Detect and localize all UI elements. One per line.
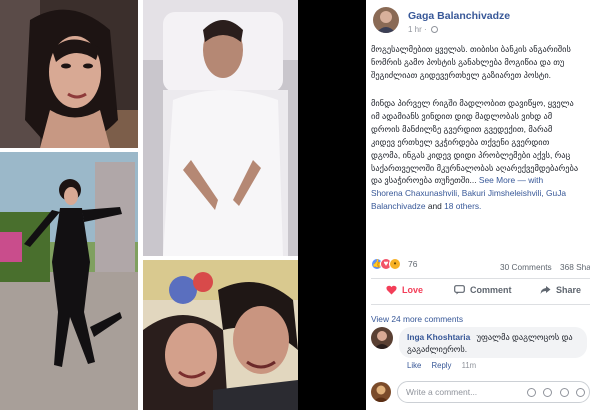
author-avatar[interactable] xyxy=(373,7,399,33)
photo-pose[interactable] xyxy=(0,152,138,410)
photo-collage[interactable] xyxy=(0,0,298,410)
comment-time[interactable]: 11m xyxy=(462,361,477,370)
globe-icon xyxy=(430,26,438,33)
post-line-last: და ვსაჭიროება თუჩეთში... See More — with xyxy=(371,175,544,186)
divider xyxy=(371,278,590,279)
tagged-person[interactable]: Balanchivadze xyxy=(371,201,425,211)
composer-icons xyxy=(522,388,585,399)
comments-count[interactable]: 30 Comments xyxy=(500,262,552,272)
share-icon xyxy=(540,285,551,297)
tagged-others-link[interactable]: 18 others. xyxy=(444,201,481,211)
post-line: დროის მანძილზე გვერდით გვედექით, მარამ xyxy=(371,123,553,134)
post-paragraph-1: მოგესალმებით ყველას. თიბისი ბანკის ანგარ… xyxy=(371,43,590,82)
wow-reaction-icon: • xyxy=(389,258,401,270)
post-line: დგომა, ინგას კიდევ დიდი პრობლემები აქვს,… xyxy=(371,149,571,160)
view-more-comments-link[interactable]: View 24 more comments xyxy=(371,314,463,324)
post-line: იმ ადამიანს ვინდით დიდ მადლობას ვიხდ ამ xyxy=(371,110,553,121)
commenter-avatar[interactable] xyxy=(371,327,393,349)
emoji-icon[interactable] xyxy=(526,388,536,397)
viewer-avatar xyxy=(371,382,391,402)
post-line: კიდევ ერთხელ ვკჭირდება თქვენი გვერდით xyxy=(371,136,550,147)
post-line: მინდა პირველ რიგში მადლობით დავიწყო, ყვე… xyxy=(371,98,574,108)
comment-text-2: გაგაძლიეროს. xyxy=(407,344,468,354)
comment-reply-link[interactable]: Reply xyxy=(431,361,451,370)
photo-couple[interactable] xyxy=(143,260,298,410)
gif-icon[interactable] xyxy=(559,388,569,397)
tagged-line-2: Balanchivadze and 18 others. xyxy=(371,200,590,213)
post-paragraph-2: მინდა პირველ რიგში მადლობით დავიწყო, ყვე… xyxy=(371,97,590,213)
author-name[interactable]: Gaga Balanchivadze xyxy=(408,10,510,22)
sticker-icon[interactable] xyxy=(576,388,585,397)
comment-like-link[interactable]: Like xyxy=(407,361,421,370)
post-line: მოგესალმებით ყველას. თიბისი ბანკის ანგარ… xyxy=(371,44,571,54)
comment-input[interactable]: Write a comment... xyxy=(397,381,590,403)
share-button[interactable]: Share xyxy=(540,285,581,299)
comment-placeholder: Write a comment... xyxy=(406,387,478,397)
post-line: საქართველოში მკურნალობას აღარექვემდებარე… xyxy=(371,162,579,173)
commenter-name[interactable]: Inga Khoshtaria xyxy=(407,332,470,342)
shares-count[interactable]: 368 Share xyxy=(560,262,590,272)
engagement-counts: 30 Comments 368 Share xyxy=(500,262,590,272)
post-header: Gaga Balanchivadze 1 hr · xyxy=(370,6,590,36)
camera-icon[interactable] xyxy=(543,388,553,397)
comment-composer: Write a comment... xyxy=(371,380,590,406)
reaction-count[interactable]: 76 xyxy=(408,259,417,269)
see-more-link[interactable]: See More xyxy=(479,175,515,185)
comment-bubble: Inga Khoshtaria უფალმა დაგლოცოს და გაგაძ… xyxy=(399,327,587,358)
comment-button[interactable]: Comment xyxy=(454,285,512,299)
post-meta: 1 hr · xyxy=(408,25,438,34)
photo-portrait[interactable] xyxy=(0,0,138,148)
post-line: შეგიძლიათ გიდევერთხელ გაზიარეთ პოსტი. xyxy=(371,69,551,80)
comment-meta: Like Reply 11m xyxy=(407,361,484,370)
tagged-and: and xyxy=(427,201,442,212)
love-icon xyxy=(386,285,397,297)
post-line: ნომრის გამო პოსტის განახლება მოგიწია და … xyxy=(371,56,565,67)
with-text: — with xyxy=(517,175,544,186)
facebook-post: Gaga Balanchivadze 1 hr · მოგესალმებით ყ… xyxy=(366,0,590,410)
comment-icon xyxy=(454,285,465,297)
photo-hospital[interactable] xyxy=(143,0,298,256)
post-actions: Love Comment Share xyxy=(366,281,590,303)
comment-text: უფალმა დაგლოცოს და xyxy=(476,332,573,342)
comment-item: Inga Khoshtaria უფალმა დაგლოცოს და გაგაძ… xyxy=(371,327,590,375)
tagged-people[interactable]: Shorena Chaxunashvili, Bakuri Jimsheleis… xyxy=(371,187,590,200)
post-time[interactable]: 1 hr xyxy=(408,25,422,34)
divider xyxy=(371,304,590,305)
love-button[interactable]: Love xyxy=(386,285,423,299)
